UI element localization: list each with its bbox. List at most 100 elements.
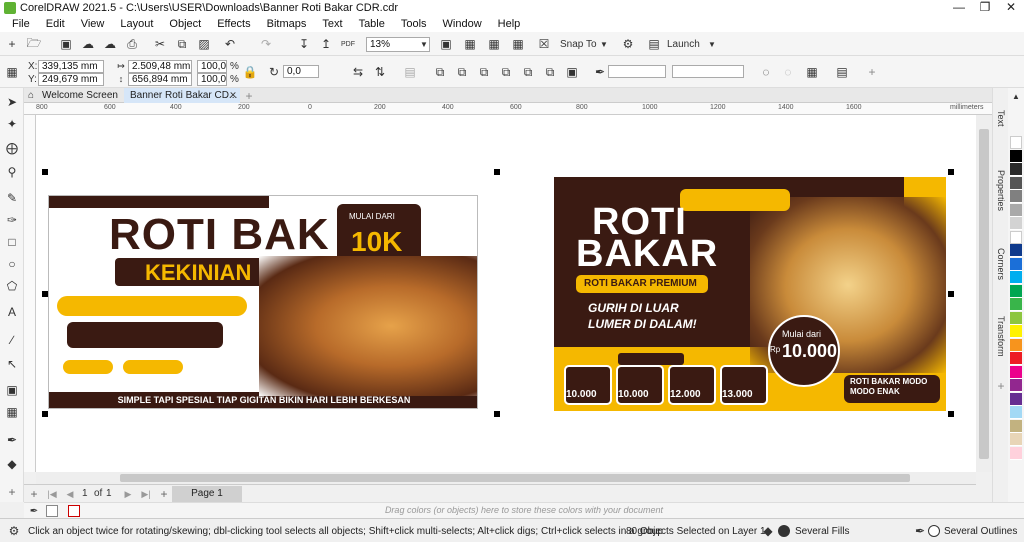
eyedropper-icon[interactable]: ✒ bbox=[4, 432, 20, 448]
paste-icon[interactable]: ▨ bbox=[196, 36, 212, 52]
restore-button[interactable]: ❐ bbox=[972, 0, 998, 16]
pdf-icon[interactable]: PDF bbox=[340, 36, 356, 52]
launch-dropdown[interactable]: Launch bbox=[667, 39, 700, 50]
palette-swatch[interactable] bbox=[1010, 136, 1022, 149]
add-tool-icon[interactable]: + bbox=[4, 484, 20, 500]
palette-swatch[interactable] bbox=[1010, 446, 1022, 460]
scrollbar-thumb[interactable] bbox=[120, 474, 910, 482]
palette-swatch[interactable] bbox=[1010, 163, 1022, 176]
break-apart-icon[interactable]: ⧉ bbox=[520, 64, 536, 80]
menu-table[interactable]: Table bbox=[351, 18, 393, 30]
palette-swatch[interactable] bbox=[1010, 419, 1022, 433]
polygon-tool-icon[interactable]: ⬠ bbox=[4, 278, 20, 294]
selection-handle[interactable] bbox=[42, 169, 48, 175]
artistic-media-icon[interactable]: ✑ bbox=[4, 212, 20, 228]
selection-handle[interactable] bbox=[494, 411, 500, 417]
guidelines-icon[interactable]: ▦ bbox=[510, 36, 526, 52]
zoom-tool-icon[interactable]: ⚲ bbox=[4, 164, 20, 180]
scale-x-field[interactable]: 100,0 bbox=[197, 60, 227, 73]
snap-off-icon[interactable]: ☒ bbox=[536, 36, 552, 52]
selection-handle[interactable] bbox=[494, 169, 500, 175]
menu-tools[interactable]: Tools bbox=[393, 18, 435, 30]
menu-edit[interactable]: Edit bbox=[38, 18, 73, 30]
snap-to-dropdown[interactable]: Snap To bbox=[560, 39, 597, 50]
palette-swatch[interactable] bbox=[1010, 325, 1022, 338]
crop-tool-icon[interactable]: ⨁ bbox=[4, 140, 20, 156]
object-origin-icon[interactable]: ▦ bbox=[4, 64, 20, 80]
rotation-angle-field[interactable]: 0,0 bbox=[283, 65, 319, 78]
palette-swatch[interactable] bbox=[1010, 271, 1022, 284]
document-palette-tray[interactable]: ✒ Drag colors (or objects) here to store… bbox=[24, 502, 1024, 518]
ungroup-icon[interactable]: ⧉ bbox=[454, 64, 470, 80]
grid-icon[interactable]: ▦ bbox=[486, 36, 502, 52]
menu-file[interactable]: File bbox=[4, 18, 38, 30]
export-icon[interactable]: ↥ bbox=[318, 36, 334, 52]
new-tab-icon[interactable]: + bbox=[242, 88, 256, 103]
align-icon[interactable]: ▤ bbox=[834, 64, 850, 80]
text-tool-icon[interactable]: A bbox=[4, 304, 20, 320]
y-position-field[interactable]: 249,679 mm bbox=[38, 73, 104, 86]
add-icon[interactable]: + bbox=[864, 64, 880, 80]
import-icon[interactable]: ↧ bbox=[296, 36, 312, 52]
pick-tool-icon[interactable]: ➤ bbox=[4, 94, 20, 110]
ungroup-all-icon[interactable]: ⧉ bbox=[476, 64, 492, 80]
chevron-down-icon[interactable]: ▼ bbox=[704, 36, 720, 52]
cloud-import-icon[interactable]: ☁ bbox=[80, 36, 96, 52]
next-page-icon[interactable]: ▶ bbox=[120, 486, 136, 502]
parallel-dimension-icon[interactable]: ∕ bbox=[4, 332, 20, 348]
menu-view[interactable]: View bbox=[73, 18, 113, 30]
print-icon[interactable]: ⎙ bbox=[124, 36, 140, 52]
lock-icon[interactable]: 🔒 bbox=[242, 64, 258, 80]
freehand-tool-icon[interactable]: ✎ bbox=[4, 190, 20, 206]
minimize-button[interactable]: — bbox=[946, 0, 972, 16]
height-field[interactable]: 656,894 mm bbox=[128, 73, 192, 86]
group-icon[interactable]: ⧉ bbox=[432, 64, 448, 80]
undo-icon[interactable]: ↶ bbox=[222, 36, 238, 52]
palette-swatch[interactable] bbox=[1010, 433, 1022, 446]
shape-tool-icon[interactable]: ✦ bbox=[4, 116, 20, 132]
interactive-fill-icon[interactable]: ◆ bbox=[4, 456, 20, 472]
rulers-icon[interactable]: ▦ bbox=[462, 36, 478, 52]
save-icon[interactable]: ▣ bbox=[58, 36, 74, 52]
prev-page-icon[interactable]: ◀ bbox=[62, 486, 78, 502]
banner-2[interactable]: ROTI BAKAR ROTI BAKAR PREMIUM GURIH DI L… bbox=[554, 177, 946, 411]
new-icon[interactable]: + bbox=[4, 36, 20, 52]
palette-swatch[interactable] bbox=[1010, 298, 1022, 311]
connector-tool-icon[interactable]: ↖ bbox=[4, 356, 20, 372]
outline-pen-icon[interactable]: ✒ bbox=[592, 64, 608, 80]
gear-icon[interactable]: ⚙ bbox=[620, 36, 636, 52]
line-style-dropdown[interactable] bbox=[672, 65, 744, 78]
horizontal-scrollbar[interactable] bbox=[36, 472, 976, 484]
palette-swatch[interactable] bbox=[1010, 149, 1022, 163]
menu-object[interactable]: Object bbox=[161, 18, 209, 30]
vertical-ruler[interactable] bbox=[24, 115, 36, 472]
scrollbar-thumb[interactable] bbox=[979, 129, 989, 459]
chevron-down-icon[interactable]: ▼ bbox=[596, 36, 612, 52]
launch-icon[interactable]: ▤ bbox=[646, 36, 662, 52]
palette-swatch[interactable] bbox=[1010, 392, 1022, 406]
weld-icon[interactable]: ⧉ bbox=[542, 64, 558, 80]
selection-handle[interactable] bbox=[948, 411, 954, 417]
close-button[interactable]: ✕ bbox=[998, 0, 1024, 16]
banner-1[interactable]: ROTI BAK KEKINIAN MULAI DARI 10K SIMPLE … bbox=[48, 195, 478, 409]
tab-welcome-screen[interactable]: Welcome Screen bbox=[24, 88, 124, 103]
palette-swatch[interactable] bbox=[1010, 257, 1022, 271]
palette-swatch[interactable] bbox=[1010, 176, 1022, 190]
docker-tab-properties[interactable]: Properties bbox=[996, 170, 1006, 211]
selection-handle[interactable] bbox=[42, 291, 48, 297]
add-page-end-icon[interactable]: + bbox=[156, 486, 172, 502]
redo-icon[interactable]: ↷ bbox=[258, 36, 274, 52]
cut-icon[interactable]: ✂ bbox=[152, 36, 168, 52]
combine-icon[interactable]: ⧉ bbox=[498, 64, 514, 80]
width-field[interactable]: 2.509,48 mm bbox=[128, 60, 192, 73]
ellipse-tool-icon[interactable]: ○ bbox=[4, 256, 20, 272]
menu-bitmaps[interactable]: Bitmaps bbox=[259, 18, 315, 30]
scale-y-field[interactable]: 100,0 bbox=[197, 73, 227, 86]
palette-swatch[interactable] bbox=[1010, 190, 1022, 203]
tab-banner-document[interactable]: Banner Roti Bakar CD... bbox=[124, 88, 240, 103]
palette-swatch[interactable] bbox=[1010, 406, 1022, 419]
docker-tab-text[interactable]: Text bbox=[996, 110, 1006, 127]
add-docker-icon[interactable]: + bbox=[993, 378, 1009, 394]
first-page-icon[interactable]: |◀ bbox=[44, 486, 60, 502]
menu-effects[interactable]: Effects bbox=[209, 18, 258, 30]
